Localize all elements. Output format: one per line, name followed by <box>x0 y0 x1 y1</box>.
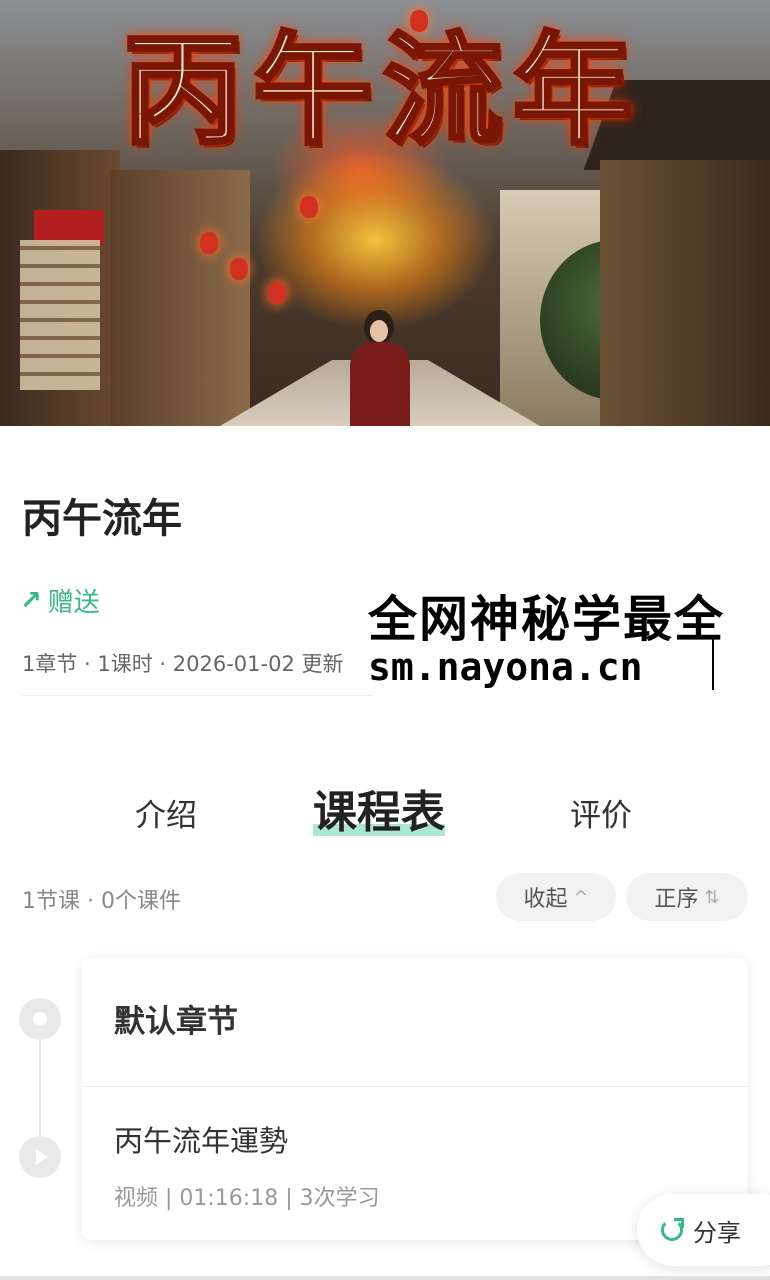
chevron-up-icon: ^ <box>573 886 589 908</box>
lesson-title[interactable]: 丙午流年運勢 <box>114 1118 288 1160</box>
divider <box>22 695 372 696</box>
chapter-dot-icon <box>19 998 61 1040</box>
banner-title-char: 丙 <box>121 22 245 161</box>
tab-intro[interactable]: 介绍 <box>135 790 197 835</box>
collapse-label: 收起 <box>523 887 568 912</box>
lesson-summary: 1节课 · 0个课件 <box>22 889 181 914</box>
gift-button[interactable]: ↗ 赠送 <box>20 582 100 619</box>
banner-title-char: 流 <box>381 22 505 161</box>
share-button[interactable]: 分享 <box>637 1194 770 1266</box>
lesson-meta: 视频 | 01:16:18 | 3次学习 <box>114 1186 380 1211</box>
lantern-icon <box>268 282 286 304</box>
play-icon[interactable] <box>19 1136 61 1178</box>
banner-shop-sign <box>34 210 104 244</box>
banner-left-wall <box>110 170 250 426</box>
tab-schedule[interactable]: 课程表 <box>313 776 445 840</box>
divider <box>82 1086 748 1087</box>
watermark-text: 全网神秘学最全 <box>368 591 726 648</box>
tab-reviews[interactable]: 评价 <box>570 790 632 835</box>
banner-right-building <box>600 160 770 426</box>
course-cover-banner: 丙 午 流 年 <box>0 0 770 426</box>
course-title: 丙午流年 <box>22 496 182 542</box>
chapter-card: 默认章节 丙午流年運勢 视频 | 01:16:18 | 3次学习 <box>82 958 748 1240</box>
share-icon <box>661 1218 684 1241</box>
banner-title-char: 年 <box>511 22 635 161</box>
banner-left-shop <box>0 150 120 426</box>
share-label: 分享 <box>693 1218 741 1247</box>
tab-schedule-label: 课程表 <box>313 787 445 838</box>
sort-order-button[interactable]: 正序 ⇅ <box>626 873 748 921</box>
banner-title: 丙 午 流 年 <box>58 22 698 162</box>
bottom-edge <box>0 1276 770 1280</box>
sort-order-label: 正序 <box>654 887 699 912</box>
banner-person <box>350 310 410 426</box>
watermark-url: sm.nayona.cn <box>368 645 643 689</box>
sort-icon: ⇅ <box>704 886 720 908</box>
chapter-title[interactable]: 默认章节 <box>114 996 238 1041</box>
banner-postcard-rack <box>20 240 100 390</box>
text-cursor <box>712 636 714 690</box>
gift-label: 赠送 <box>47 588 100 618</box>
arrow-up-right-icon: ↗ <box>20 585 42 616</box>
lantern-icon <box>200 232 218 254</box>
lantern-icon <box>230 258 248 280</box>
course-meta: 1章节 · 1课时 · 2026-01-02 更新 <box>22 652 344 676</box>
collapse-button[interactable]: 收起 ^ <box>496 873 616 921</box>
lantern-icon <box>300 196 318 218</box>
banner-title-char: 午 <box>251 22 375 161</box>
